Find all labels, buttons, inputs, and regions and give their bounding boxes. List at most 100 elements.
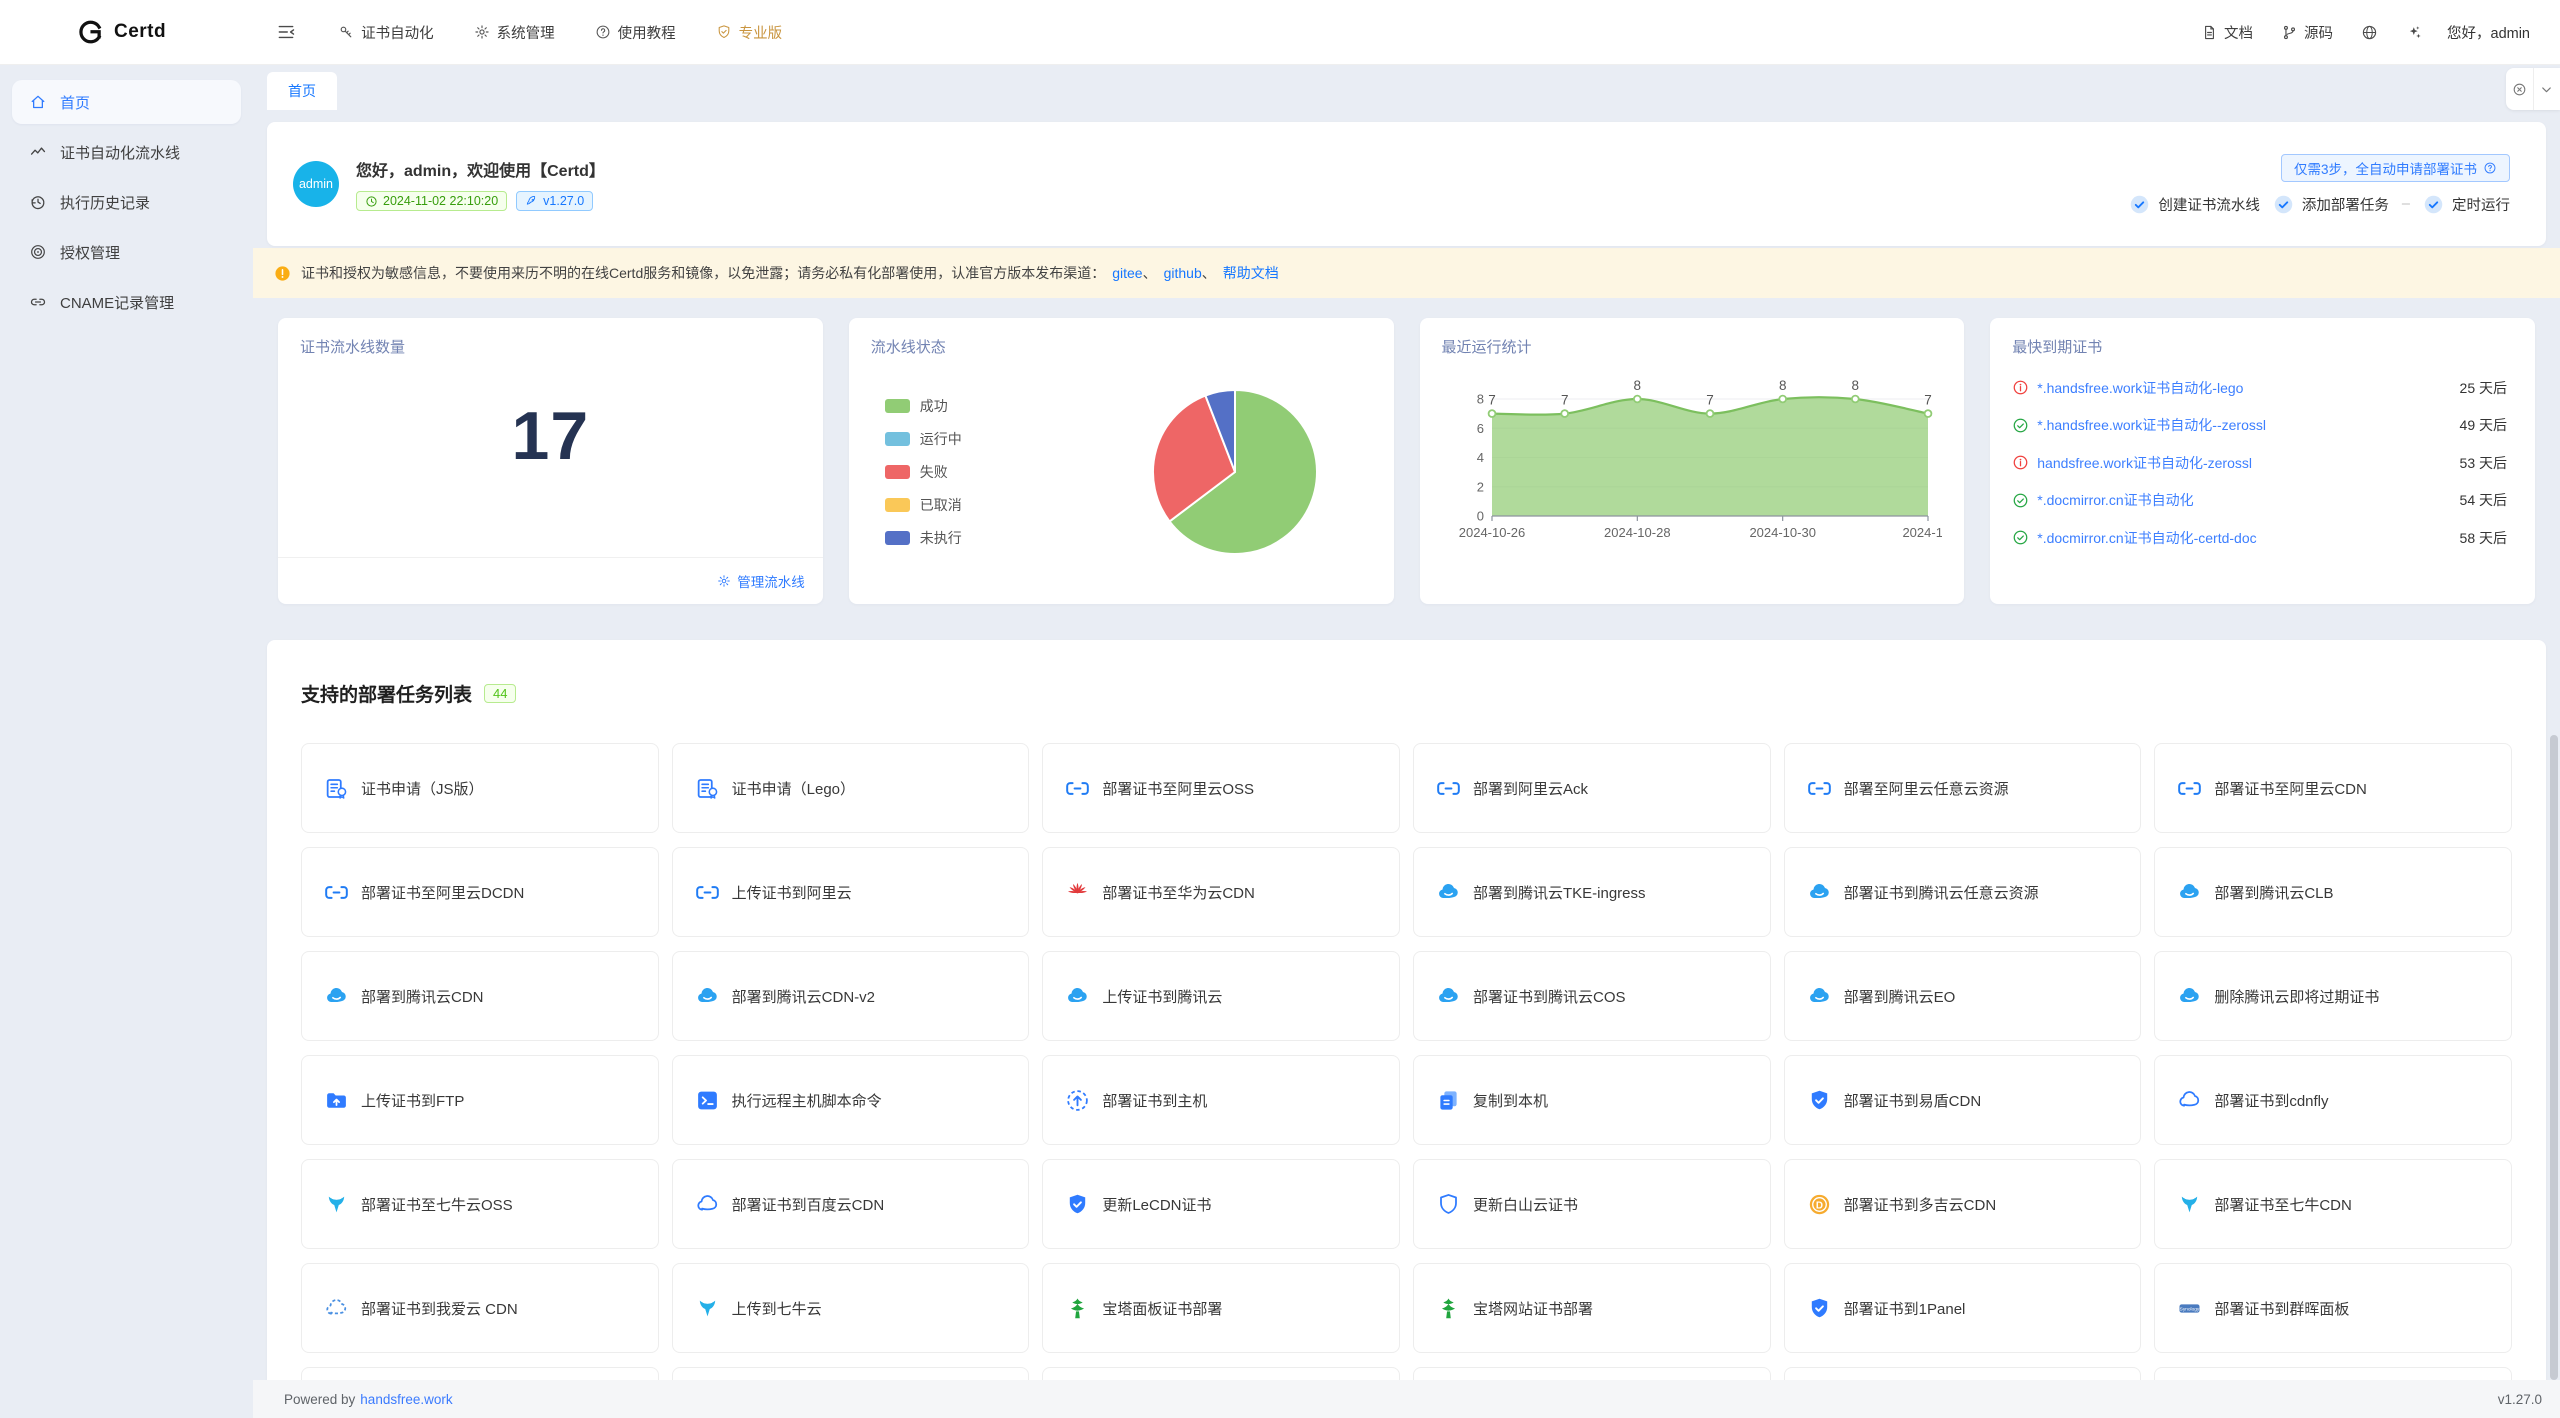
task-card-partial[interactable] (301, 1367, 659, 1380)
task-card-部署证书到多吉云CDN[interactable]: D部署证书到多吉云CDN (1784, 1159, 2142, 1249)
cert-name-link[interactable]: *.docmirror.cn证书自动化-certd-doc (2037, 528, 2256, 548)
legend-swatch (885, 465, 910, 479)
task-card-partial[interactable] (1413, 1367, 1771, 1380)
alert-link-帮助文档[interactable]: 帮助文档 (1223, 265, 1279, 281)
legend-item-运行中[interactable]: 运行中 (885, 422, 962, 455)
task-card-label: 部署证书至七牛云OSS (361, 1194, 513, 1215)
task-card-部署证书至阿里云DCDN[interactable]: 部署证书至阿里云DCDN (301, 847, 659, 937)
task-card-宝塔网站证书部署[interactable]: 宝塔网站证书部署 (1413, 1263, 1771, 1353)
sidebar-item-首页[interactable]: 首页 (12, 80, 241, 124)
task-card-删除腾讯云即将过期证书[interactable]: 删除腾讯云即将过期证书 (2154, 951, 2512, 1041)
deploy-tasks-card: 支持的部署任务列表 44 证书申请（JS版）证书申请（Lego）部署证书至阿里云… (267, 640, 2546, 1380)
task-card-更新白山云证书[interactable]: 更新白山云证书 (1413, 1159, 1771, 1249)
promo-badge[interactable]: 仅需3步，全自动申请部署证书 (2281, 154, 2510, 182)
task-card-部署证书至华为云CDN[interactable]: 部署证书至华为云CDN (1042, 847, 1400, 937)
task-card-部署证书到群晖面板[interactable]: Synology部署证书到群晖面板 (2154, 1263, 2512, 1353)
sidebar-item-CNAME记录管理[interactable]: CNAME记录管理 (12, 280, 241, 324)
task-card-部署证书至阿里云CDN[interactable]: 部署证书至阿里云CDN (2154, 743, 2512, 833)
svg-text:8: 8 (1633, 378, 1641, 393)
task-card-部署到腾讯云TKE-ingress[interactable]: 部署到腾讯云TKE-ingress (1413, 847, 1771, 937)
task-card-部署到腾讯云CDN-v2[interactable]: 部署到腾讯云CDN-v2 (672, 951, 1030, 1041)
task-card-部署到腾讯云EO[interactable]: 部署到腾讯云EO (1784, 951, 2142, 1041)
task-card-证书申请（JS版）[interactable]: 证书申请（JS版） (301, 743, 659, 833)
task-card-部署证书至七牛CDN[interactable]: 部署证书至七牛CDN (2154, 1159, 2512, 1249)
task-card-部署证书至阿里云OSS[interactable]: 部署证书至阿里云OSS (1042, 743, 1400, 833)
header-action-文档[interactable]: 文档 (2187, 0, 2267, 64)
task-card-更新LeCDN证书[interactable]: 更新LeCDN证书 (1042, 1159, 1400, 1249)
warning-icon (274, 265, 291, 282)
tab-home[interactable]: 首页 (267, 72, 337, 110)
legend-item-未执行[interactable]: 未执行 (885, 521, 962, 554)
task-card-部署到腾讯云CDN[interactable]: 部署到腾讯云CDN (301, 951, 659, 1041)
menu-fold-icon[interactable] (276, 22, 296, 42)
expiring-cert-list: *.handsfree.work证书自动化-lego25 天后*.handsfr… (2012, 369, 2513, 557)
doge-icon: D (1807, 1192, 1832, 1217)
nav-item-证书自动化[interactable]: 证书自动化 (318, 0, 454, 64)
deploy-tasks-count-badge: 44 (484, 684, 516, 703)
user-greeting[interactable]: 您好，admin (2447, 22, 2530, 43)
task-card-证书申请（Lego）[interactable]: 证书申请（Lego） (672, 743, 1030, 833)
header-action-源码[interactable]: 源码 (2267, 0, 2347, 64)
host-upload-icon (1065, 1088, 1090, 1113)
task-card-部署证书到腾讯云COS[interactable]: 部署证书到腾讯云COS (1413, 951, 1771, 1041)
task-card-partial[interactable] (1042, 1367, 1400, 1380)
task-card-部署证书到1Panel[interactable]: 部署证书到1Panel (1784, 1263, 2142, 1353)
task-card-上传到七牛云[interactable]: 上传到七牛云 (672, 1263, 1030, 1353)
svg-text:8: 8 (1851, 378, 1859, 393)
task-card-部署证书到百度云CDN[interactable]: 部署证书到百度云CDN (672, 1159, 1030, 1249)
app-logo[interactable]: Certd (78, 19, 166, 45)
task-card-宝塔面板证书部署[interactable]: 宝塔面板证书部署 (1042, 1263, 1400, 1353)
task-card-部署至阿里云任意云资源[interactable]: 部署至阿里云任意云资源 (1784, 743, 2142, 833)
task-card-部署证书到易盾CDN[interactable]: 部署证书到易盾CDN (1784, 1055, 2142, 1145)
gear-icon (717, 574, 731, 588)
tab-actions (2506, 68, 2560, 110)
legend-item-失败[interactable]: 失败 (885, 455, 962, 488)
task-card-部署到腾讯云CLB[interactable]: 部署到腾讯云CLB (2154, 847, 2512, 937)
sidebar-item-授权管理[interactable]: 授权管理 (12, 230, 241, 274)
pie-chart[interactable] (1140, 377, 1330, 567)
alert-link-github[interactable]: github (1164, 265, 1202, 281)
header-action-sparkles-icon[interactable] (2392, 0, 2437, 64)
cert-name-link[interactable]: *.docmirror.cn证书自动化 (2037, 490, 2193, 510)
sidebar-item-证书自动化流水线[interactable]: 证书自动化流水线 (12, 130, 241, 174)
cert-name-link[interactable]: *.handsfree.work证书自动化--zerossl (2037, 415, 2266, 435)
card-title: 证书流水线数量 (300, 336, 801, 357)
area-chart[interactable]: 7787887024682024-10-262024-10-282024-10-… (1442, 361, 1942, 559)
cert-name-link[interactable]: handsfree.work证书自动化-zerossl (2037, 453, 2252, 473)
task-card-复制到本机[interactable]: 复制到本机 (1413, 1055, 1771, 1145)
nav-item-系统管理[interactable]: 系统管理 (454, 0, 575, 64)
cert-name-link[interactable]: *.handsfree.work证书自动化-lego (2037, 378, 2243, 398)
task-card-部署证书至七牛云OSS[interactable]: 部署证书至七牛云OSS (301, 1159, 659, 1249)
task-card-partial[interactable] (2154, 1367, 2512, 1380)
tab-menu-button[interactable] (2533, 68, 2560, 110)
task-card-上传证书到FTP[interactable]: 上传证书到FTP (301, 1055, 659, 1145)
task-card-执行远程主机脚本命令[interactable]: 执行远程主机脚本命令 (672, 1055, 1030, 1145)
task-card-部署证书到腾讯云任意云资源[interactable]: 部署证书到腾讯云任意云资源 (1784, 847, 2142, 937)
nav-item-使用教程[interactable]: 使用教程 (575, 0, 696, 64)
task-card-部署证书到主机[interactable]: 部署证书到主机 (1042, 1055, 1400, 1145)
handsfree-link[interactable]: handsfree.work (360, 1392, 452, 1407)
legend-item-已取消[interactable]: 已取消 (885, 488, 962, 521)
task-card-部署证书到cdnfly[interactable]: 部署证书到cdnfly (2154, 1055, 2512, 1145)
alert-link-gitee[interactable]: gitee (1112, 265, 1142, 281)
scrollbar-thumb[interactable] (2550, 735, 2558, 1380)
cloud-icon (2177, 1088, 2202, 1113)
header-action-globe-icon[interactable] (2347, 0, 2392, 64)
task-card-部署证书到我爱云 CDN[interactable]: 部署证书到我爱云 CDN (301, 1263, 659, 1353)
welcome-info: 您好，admin，欢迎使用【Certd】 2024-11-02 22:10:20… (356, 157, 605, 211)
security-alert: 证书和授权为敏感信息，不要使用来历不明的在线Certd服务和镜像，以免泄露；请务… (253, 248, 2560, 298)
header-action-list: 文档源码 (2187, 0, 2437, 64)
svg-text:D: D (1816, 1200, 1823, 1211)
task-card-上传证书到阿里云[interactable]: 上传证书到阿里云 (672, 847, 1030, 937)
task-card-上传证书到腾讯云[interactable]: 上传证书到腾讯云 (1042, 951, 1400, 1041)
task-card-partial[interactable] (1784, 1367, 2142, 1380)
manage-pipelines-link[interactable]: 管理流水线 (278, 557, 823, 604)
task-card-部署到阿里云Ack[interactable]: 部署到阿里云Ack (1413, 743, 1771, 833)
key-icon (338, 24, 354, 40)
close-tabs-button[interactable] (2506, 68, 2533, 110)
nav-item-专业版[interactable]: 专业版 (696, 0, 803, 64)
task-card-partial[interactable] (672, 1367, 1030, 1380)
sidebar-item-执行历史记录[interactable]: 执行历史记录 (12, 180, 241, 224)
legend-item-成功[interactable]: 成功 (885, 389, 962, 422)
expiring-certs-card: 最快到期证书 *.handsfree.work证书自动化-lego25 天后*.… (1990, 318, 2535, 604)
